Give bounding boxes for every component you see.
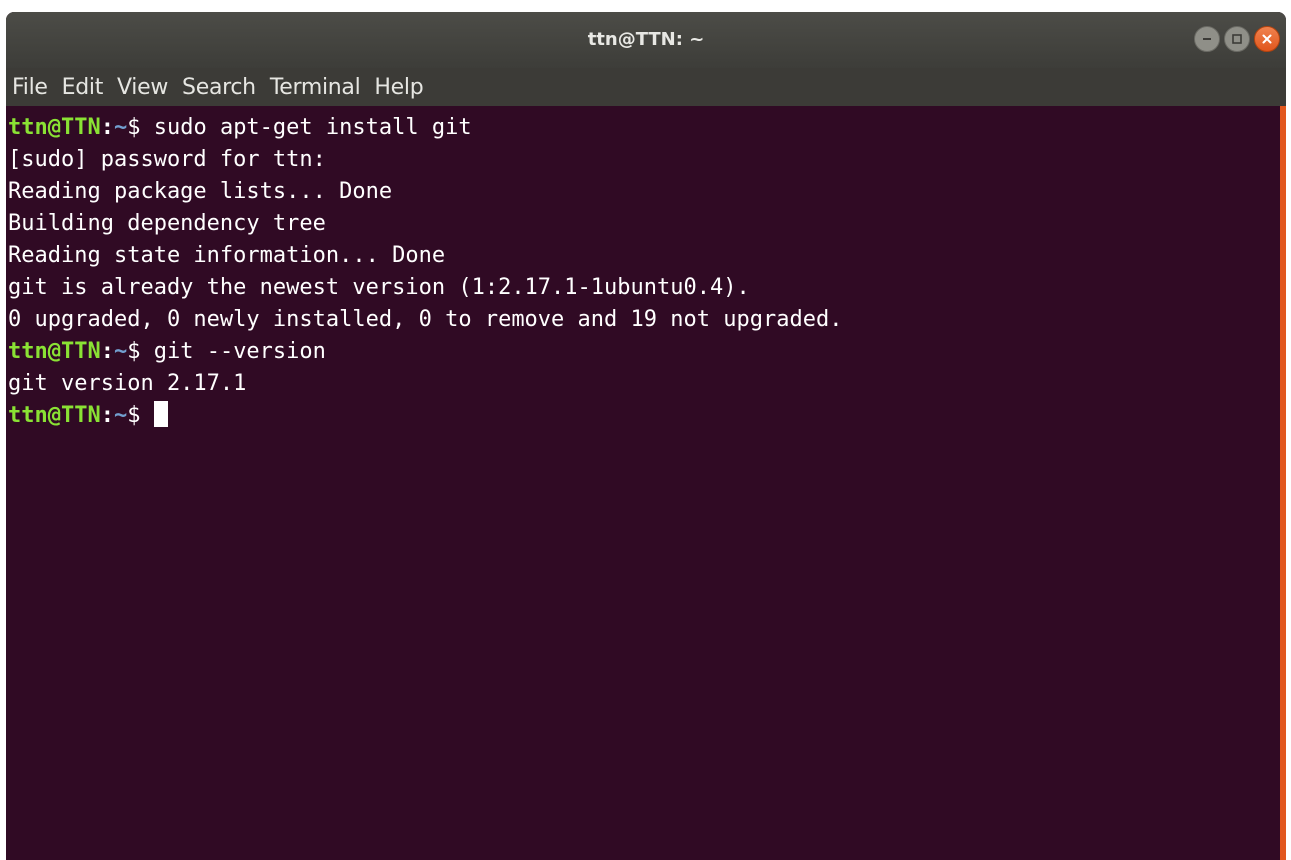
- minimize-icon: [1203, 38, 1211, 40]
- menu-bar: File Edit View Search Terminal Help: [6, 68, 1286, 106]
- command-line: ttn@TTN:~$: [6, 400, 1280, 432]
- maximize-button[interactable]: [1224, 26, 1250, 52]
- menu-search[interactable]: Search: [182, 75, 256, 100]
- text-cursor: [153, 401, 168, 427]
- output-line: git is already the newest version (1:2.1…: [8, 275, 750, 300]
- prompt-separator: :: [100, 339, 114, 364]
- title-bar[interactable]: ttn@TTN: ~: [6, 12, 1286, 68]
- menu-edit[interactable]: Edit: [62, 75, 104, 100]
- prompt-separator: :: [100, 403, 114, 428]
- menu-view[interactable]: View: [117, 75, 168, 100]
- prompt-user-host: ttn@TTN: [8, 115, 101, 140]
- output-line: Reading package lists... Done: [8, 179, 393, 204]
- output-line: Building dependency tree: [8, 211, 326, 236]
- prompt-symbol: $: [127, 339, 154, 364]
- prompt-path: ~: [113, 339, 128, 364]
- output-line: 0 upgraded, 0 newly installed, 0 to remo…: [8, 307, 843, 332]
- scrollbar[interactable]: [1280, 106, 1286, 860]
- output-line: git version 2.17.1: [8, 371, 247, 396]
- menu-terminal[interactable]: Terminal: [270, 75, 361, 100]
- menu-file[interactable]: File: [12, 75, 48, 100]
- prompt-symbol: $: [127, 115, 154, 140]
- command-line: ttn@TTN:~$ git --version: [6, 336, 1280, 368]
- command-line: ttn@TTN:~$ sudo apt-get install git: [6, 112, 1280, 144]
- close-button[interactable]: [1254, 26, 1280, 52]
- menu-help[interactable]: Help: [374, 75, 423, 100]
- prompt-symbol: $: [127, 403, 154, 428]
- terminal-window: ttn@TTN: ~ File Edit View Search Termina…: [6, 12, 1286, 860]
- command-text: sudo apt-get install git: [153, 115, 472, 140]
- prompt-path: ~: [113, 403, 128, 428]
- output-line: [sudo] password for ttn:: [8, 147, 326, 172]
- minimize-button[interactable]: [1194, 26, 1220, 52]
- window-title: ttn@TTN: ~: [587, 29, 705, 50]
- command-text: git --version: [153, 339, 326, 364]
- prompt-separator: :: [100, 115, 114, 140]
- terminal-output[interactable]: ttn@TTN:~$ sudo apt-get install git [sudo…: [6, 106, 1280, 860]
- prompt-path: ~: [113, 115, 128, 140]
- maximize-icon: [1232, 34, 1242, 44]
- output-line: Reading state information... Done: [8, 243, 446, 268]
- prompt-user-host: ttn@TTN: [8, 403, 101, 428]
- prompt-user-host: ttn@TTN: [8, 339, 101, 364]
- close-icon: [1262, 34, 1272, 44]
- window-controls: [1194, 26, 1280, 52]
